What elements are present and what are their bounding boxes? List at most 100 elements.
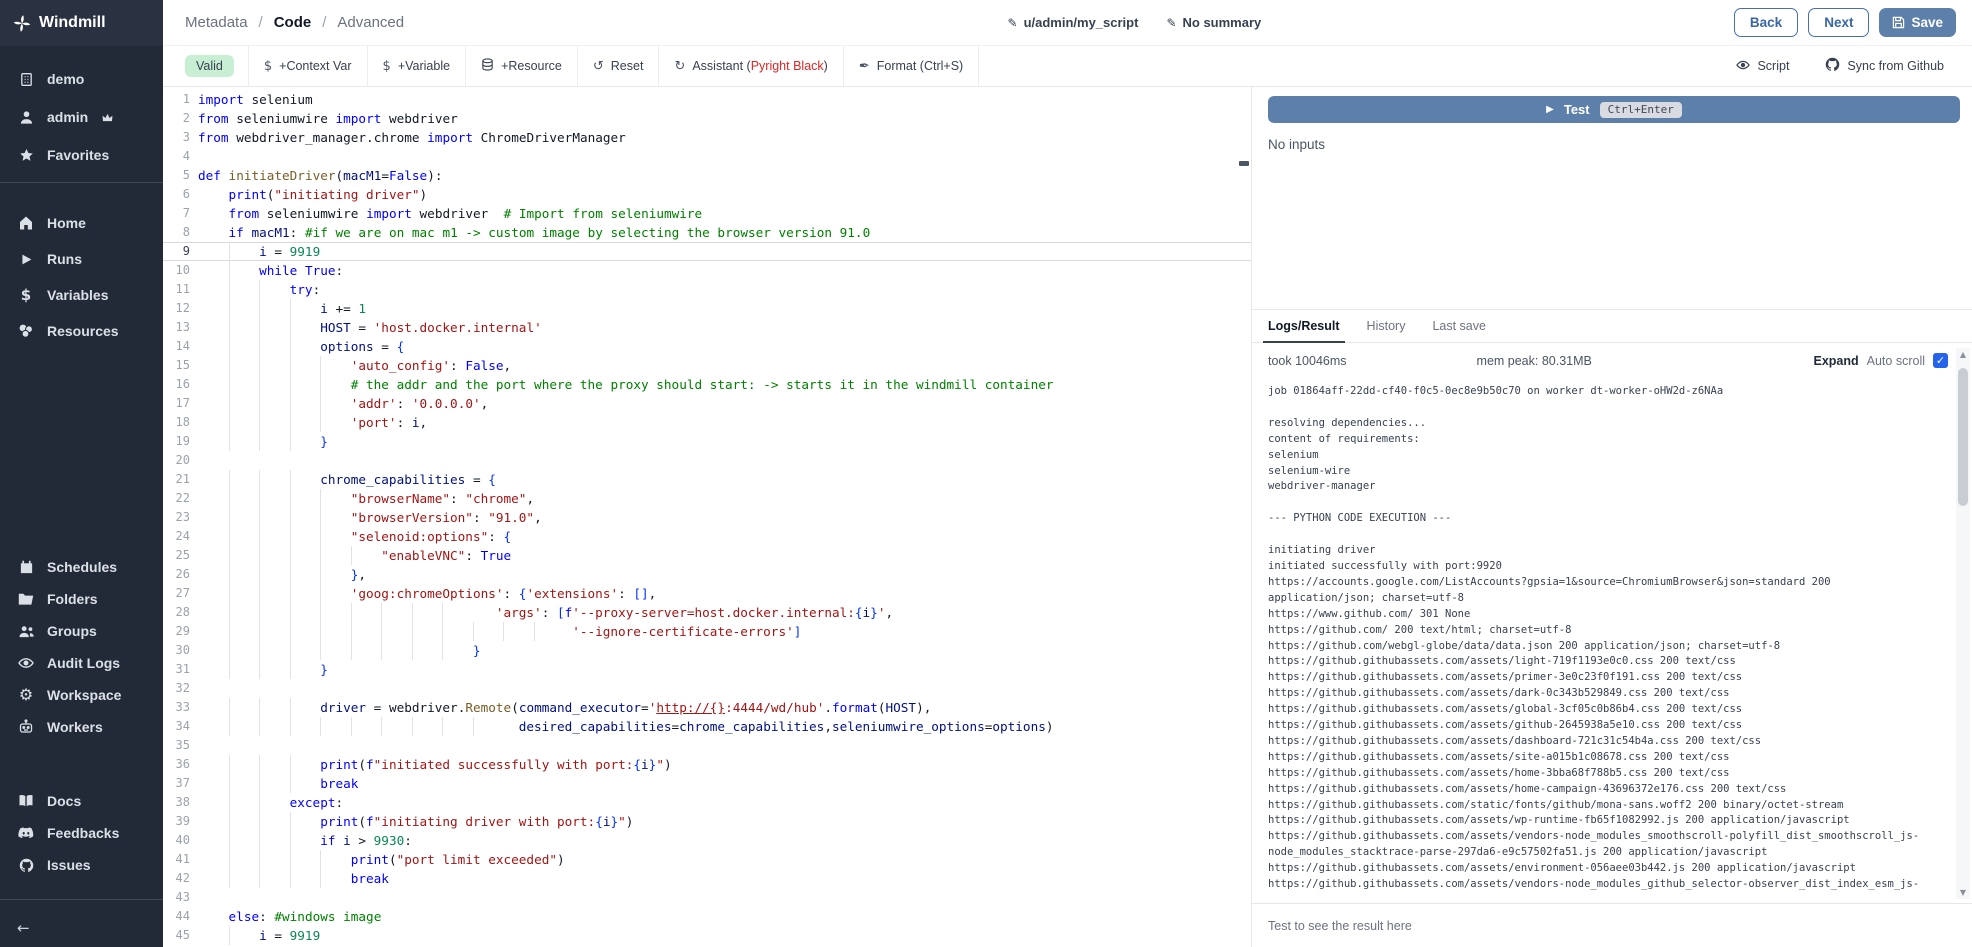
scroll-down-icon[interactable]: ▼ — [1956, 888, 1970, 897]
add-resource-button[interactable]: +Resource — [466, 46, 578, 86]
line-number[interactable]: 38 — [163, 793, 190, 812]
indent-guide — [198, 489, 229, 508]
line-number[interactable]: 4 — [163, 147, 190, 166]
tab-last-save[interactable]: Last save — [1432, 310, 1486, 342]
scroll-up-icon[interactable]: ▲ — [1956, 350, 1970, 359]
user-menu[interactable]: admin — [0, 98, 163, 136]
line-number[interactable]: 37 — [163, 774, 190, 793]
sidebar-item-folders[interactable]: Folders — [0, 583, 163, 615]
line-number[interactable]: 36 — [163, 755, 190, 774]
back-button[interactable]: Back — [1734, 8, 1798, 37]
line-number[interactable]: 15 — [163, 356, 190, 375]
sidebar-item-groups[interactable]: Groups — [0, 615, 163, 647]
line-number[interactable]: 27 — [163, 584, 190, 603]
add-variable-button[interactable]: $+Variable — [368, 46, 467, 86]
sidebar-item-docs[interactable]: Docs — [0, 785, 163, 817]
sidebar-item-favorites[interactable]: Favorites — [0, 136, 163, 174]
sidebar-item-audit-logs[interactable]: Audit Logs — [0, 647, 163, 679]
line-number[interactable]: 28 — [163, 603, 190, 622]
line-number[interactable]: 3 — [163, 128, 190, 147]
sidebar-item-workers[interactable]: Workers — [0, 711, 163, 743]
tab-advanced[interactable]: Advanced — [337, 14, 404, 31]
script-path[interactable]: ✎ u/admin/my_script — [1008, 15, 1139, 30]
line-number[interactable]: 1 — [163, 90, 190, 109]
token: '--ignore-certificate-errors' — [572, 624, 794, 639]
sidebar-item-workspace[interactable]: ⚙Workspace — [0, 679, 163, 711]
line-number[interactable]: 9 — [163, 242, 190, 261]
line-number[interactable]: 6 — [163, 185, 190, 204]
assistant-button[interactable]: ↻Assistant (Pyright Black) — [659, 46, 843, 86]
indent-guide — [229, 375, 260, 394]
tab-code[interactable]: Code — [274, 14, 312, 31]
line-number[interactable]: 21 — [163, 470, 190, 489]
sidebar-item-home[interactable]: Home — [0, 205, 163, 241]
line-number[interactable]: 26 — [163, 565, 190, 584]
line-number[interactable]: 40 — [163, 831, 190, 850]
test-button[interactable]: ▶ Test Ctrl+Enter — [1268, 96, 1960, 123]
format-button[interactable]: ✒Format (Ctrl+S) — [844, 46, 979, 86]
sidebar-item-resources[interactable]: Resources — [0, 313, 163, 349]
line-number[interactable]: 43 — [163, 888, 190, 907]
log-output[interactable]: job 01864aff-22dd-cf40-f0c5-0ec8e9b50c70… — [1252, 378, 1972, 903]
line-number[interactable]: 8 — [163, 223, 190, 242]
sidebar-item-variables[interactable]: $Variables — [0, 277, 163, 313]
line-number[interactable]: 30 — [163, 641, 190, 660]
collapse-sidebar-button[interactable]: ← — [0, 908, 163, 947]
line-number[interactable]: 14 — [163, 337, 190, 356]
app-logo[interactable]: Windmill — [0, 0, 163, 46]
line-number[interactable]: 10 — [163, 261, 190, 280]
line-number[interactable]: 19 — [163, 432, 190, 451]
line-number[interactable]: 16 — [163, 375, 190, 394]
tab-metadata[interactable]: Metadata — [185, 14, 248, 31]
sidebar-item-feedbacks[interactable]: Feedbacks — [0, 817, 163, 849]
line-number[interactable]: 22 — [163, 489, 190, 508]
sidebar-item-issues[interactable]: Issues — [0, 849, 163, 881]
line-number[interactable]: 25 — [163, 546, 190, 565]
line-number[interactable]: 33 — [163, 698, 190, 717]
autoscroll-checkbox[interactable]: ✓ — [1933, 353, 1948, 368]
editor-scrollbar[interactable] — [1238, 87, 1250, 947]
tab-logs-result[interactable]: Logs/Result — [1268, 310, 1340, 342]
line-number[interactable]: 17 — [163, 394, 190, 413]
line-number[interactable]: 18 — [163, 413, 190, 432]
line-number[interactable]: 35 — [163, 736, 190, 755]
line-number[interactable]: 11 — [163, 280, 190, 299]
add-context-var-button[interactable]: $+Context Var — [249, 46, 368, 86]
sidebar-item-schedules[interactable]: Schedules — [0, 551, 163, 583]
sidebar-admin-section: SchedulesFoldersGroupsAudit Logs⚙Workspa… — [0, 551, 163, 743]
sidebar-item-runs[interactable]: Runs — [0, 241, 163, 277]
line-number[interactable]: 13 — [163, 318, 190, 337]
script-kind-button[interactable]: Script — [1736, 57, 1789, 75]
line-number[interactable]: 31 — [163, 660, 190, 679]
token: i — [335, 833, 350, 848]
token: False — [465, 358, 503, 373]
logs-scrollbar[interactable]: ▲ ▼ — [1956, 348, 1970, 899]
reset-button[interactable]: ↺Reset — [578, 46, 660, 86]
sidebar-item-issues-label: Issues — [47, 856, 91, 874]
line-number[interactable]: 32 — [163, 679, 190, 698]
line-number[interactable]: 45 — [163, 926, 190, 945]
line-number[interactable]: 41 — [163, 850, 190, 869]
logs-scrollbar-thumb[interactable] — [1958, 368, 1968, 506]
line-number[interactable]: 23 — [163, 508, 190, 527]
line-number[interactable]: 7 — [163, 204, 190, 223]
token: http://{} — [656, 700, 725, 715]
line-number[interactable]: 42 — [163, 869, 190, 888]
line-number[interactable]: 12 — [163, 299, 190, 318]
sync-github-button[interactable]: Sync from Github — [1825, 57, 1944, 75]
line-number[interactable]: 24 — [163, 527, 190, 546]
save-button[interactable]: Save — [1879, 8, 1956, 37]
next-button[interactable]: Next — [1808, 8, 1869, 37]
line-number[interactable]: 20 — [163, 451, 190, 470]
workspace-selector[interactable]: demo — [0, 60, 163, 98]
line-number[interactable]: 34 — [163, 717, 190, 736]
code-editor[interactable]: 1import selenium2from seleniumwire impor… — [163, 87, 1251, 947]
line-number[interactable]: 5 — [163, 166, 190, 185]
line-number[interactable]: 29 — [163, 622, 190, 641]
line-number[interactable]: 39 — [163, 812, 190, 831]
expand-button[interactable]: Expand — [1813, 354, 1858, 368]
line-number[interactable]: 2 — [163, 109, 190, 128]
tab-history[interactable]: History — [1367, 310, 1406, 342]
line-number[interactable]: 44 — [163, 907, 190, 926]
script-summary[interactable]: ✎ No summary — [1166, 15, 1261, 30]
